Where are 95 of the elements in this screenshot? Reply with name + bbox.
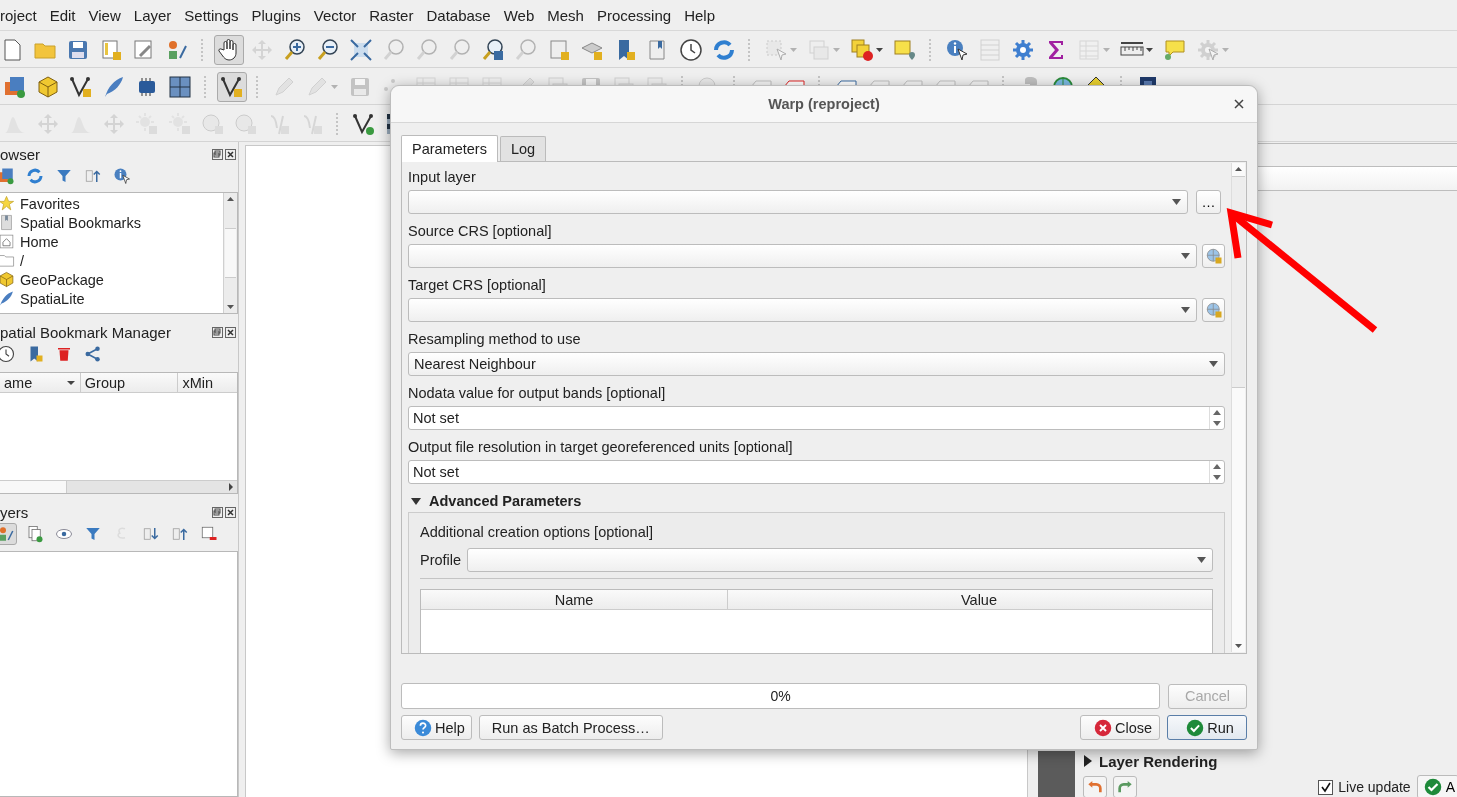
column-label: xMin bbox=[182, 374, 214, 391]
close-button[interactable]: Close bbox=[1080, 715, 1160, 740]
panel-title: owser bbox=[0, 145, 41, 163]
spin-box[interactable]: Not set bbox=[408, 460, 1225, 484]
style-icon[interactable] bbox=[0, 523, 17, 545]
field-label: Target CRS [optional] bbox=[408, 276, 547, 295]
column-label: Group bbox=[84, 374, 126, 391]
undo-icon bbox=[1087, 779, 1103, 795]
scrollbar[interactable] bbox=[223, 193, 237, 313]
field-label: Nodata value for output bands [optional] bbox=[408, 384, 667, 403]
menu-item[interactable]: Database bbox=[420, 4, 497, 26]
dropdown[interactable] bbox=[467, 548, 1213, 572]
dropdown[interactable] bbox=[408, 298, 1197, 322]
menu-item[interactable]: Plugins bbox=[245, 4, 307, 26]
column-header[interactable]: Value bbox=[728, 590, 1230, 609]
menu-item[interactable]: Help bbox=[678, 4, 721, 26]
check-icon bbox=[1423, 778, 1442, 796]
float-icon[interactable] bbox=[212, 506, 223, 518]
tree-item[interactable]: Home bbox=[20, 233, 59, 250]
tree-item[interactable]: SpatiaLite bbox=[20, 290, 85, 307]
undo-button[interactable] bbox=[1083, 776, 1107, 797]
tree-item[interactable]: Spatial Bookmarks bbox=[20, 214, 141, 231]
dropdown-value: Nearest Neighbour bbox=[414, 356, 536, 372]
close-icon[interactable] bbox=[225, 148, 236, 160]
menu-item[interactable]: roject bbox=[0, 4, 43, 26]
column-header[interactable]: ame bbox=[0, 373, 81, 392]
redo-button[interactable] bbox=[1113, 776, 1137, 797]
checkbox[interactable] bbox=[1318, 779, 1334, 795]
collapsed-icon[interactable] bbox=[1083, 755, 1093, 767]
tree-item[interactable]: GeoPackage bbox=[20, 271, 104, 288]
feather-icon bbox=[0, 290, 15, 307]
tree-item[interactable]: Favorites bbox=[20, 195, 80, 212]
caret-icon bbox=[1209, 361, 1218, 367]
caret-icon bbox=[1181, 307, 1190, 313]
close-icon[interactable] bbox=[225, 326, 236, 338]
menu-item[interactable]: Web bbox=[497, 4, 541, 26]
panel-title: yers bbox=[0, 503, 30, 521]
column-header[interactable]: Name bbox=[421, 590, 728, 609]
star-icon bbox=[0, 195, 15, 212]
panel-title: patial Bookmark Manager bbox=[0, 323, 172, 341]
apply-button[interactable]: A bbox=[1416, 775, 1457, 797]
checkbox-label: Live update bbox=[1338, 779, 1411, 795]
redo-icon bbox=[1117, 779, 1133, 795]
question-mark-icon bbox=[414, 718, 432, 737]
field-label: Profile bbox=[420, 552, 462, 568]
crs-select-button[interactable] bbox=[1202, 244, 1225, 268]
window-title: Warp (reproject) bbox=[768, 96, 880, 112]
scrollbar[interactable] bbox=[1231, 163, 1245, 652]
menu-item[interactable]: Edit bbox=[43, 4, 82, 26]
check-icon bbox=[1186, 718, 1205, 737]
tab[interactable]: Parameters bbox=[401, 135, 498, 162]
progress-text: 0% bbox=[770, 688, 791, 704]
browse-button[interactable]: … bbox=[1196, 190, 1221, 214]
dropdown[interactable]: Nearest Neighbour bbox=[408, 352, 1225, 376]
menu-item[interactable]: Vector bbox=[307, 4, 363, 26]
close-icon[interactable] bbox=[225, 506, 236, 518]
crs-select-button[interactable] bbox=[1202, 298, 1225, 322]
dropdown[interactable] bbox=[408, 244, 1197, 268]
float-icon[interactable] bbox=[212, 148, 223, 160]
menu-item[interactable]: Raster bbox=[363, 4, 420, 26]
field-label: Source CRS [optional] bbox=[408, 222, 553, 241]
spin-box[interactable]: Not set bbox=[408, 406, 1225, 430]
cube-icon bbox=[0, 271, 15, 288]
column-header[interactable]: xMin bbox=[178, 373, 237, 392]
field-label: Output file resolution in target georeferenced units [optional] bbox=[408, 438, 794, 457]
field-label: Resampling method to use bbox=[408, 330, 582, 349]
menu-item[interactable]: View bbox=[82, 4, 127, 26]
menu-item[interactable]: Processing bbox=[590, 4, 678, 26]
dropdown[interactable] bbox=[408, 190, 1188, 214]
section-header[interactable]: Layer Rendering bbox=[1099, 752, 1218, 770]
menu-item[interactable]: Layer bbox=[127, 4, 178, 26]
hand-icon[interactable] bbox=[214, 35, 244, 65]
tab[interactable]: Log bbox=[499, 136, 547, 161]
section-header[interactable]: Advanced Parameters bbox=[429, 493, 582, 509]
run-button[interactable]: Run bbox=[1167, 715, 1247, 740]
caret-icon bbox=[1181, 253, 1190, 259]
group-label: Additional creation options [optional] bbox=[420, 523, 654, 542]
expanded-icon[interactable] bbox=[411, 496, 421, 506]
cross-icon bbox=[1093, 718, 1112, 737]
menu-item[interactable]: Settings bbox=[178, 4, 245, 26]
bookmark-icon bbox=[0, 214, 15, 231]
clock-icon[interactable] bbox=[0, 343, 17, 365]
side-panel bbox=[1038, 751, 1075, 797]
float-icon[interactable] bbox=[212, 326, 223, 338]
column-header[interactable]: Group bbox=[80, 373, 179, 392]
menu-item[interactable]: Mesh bbox=[541, 4, 590, 26]
scrollbar[interactable] bbox=[0, 480, 237, 493]
help-button[interactable]: Help bbox=[401, 715, 472, 740]
caret-icon bbox=[1197, 557, 1206, 563]
batch-process-button[interactable]: Run as Batch Process… bbox=[478, 715, 663, 740]
column-label: ame bbox=[4, 374, 33, 391]
field-label: Input layer bbox=[408, 168, 477, 187]
tree-item[interactable]: / bbox=[20, 252, 25, 269]
caret-icon bbox=[1172, 199, 1181, 205]
close-icon[interactable] bbox=[1232, 97, 1246, 111]
